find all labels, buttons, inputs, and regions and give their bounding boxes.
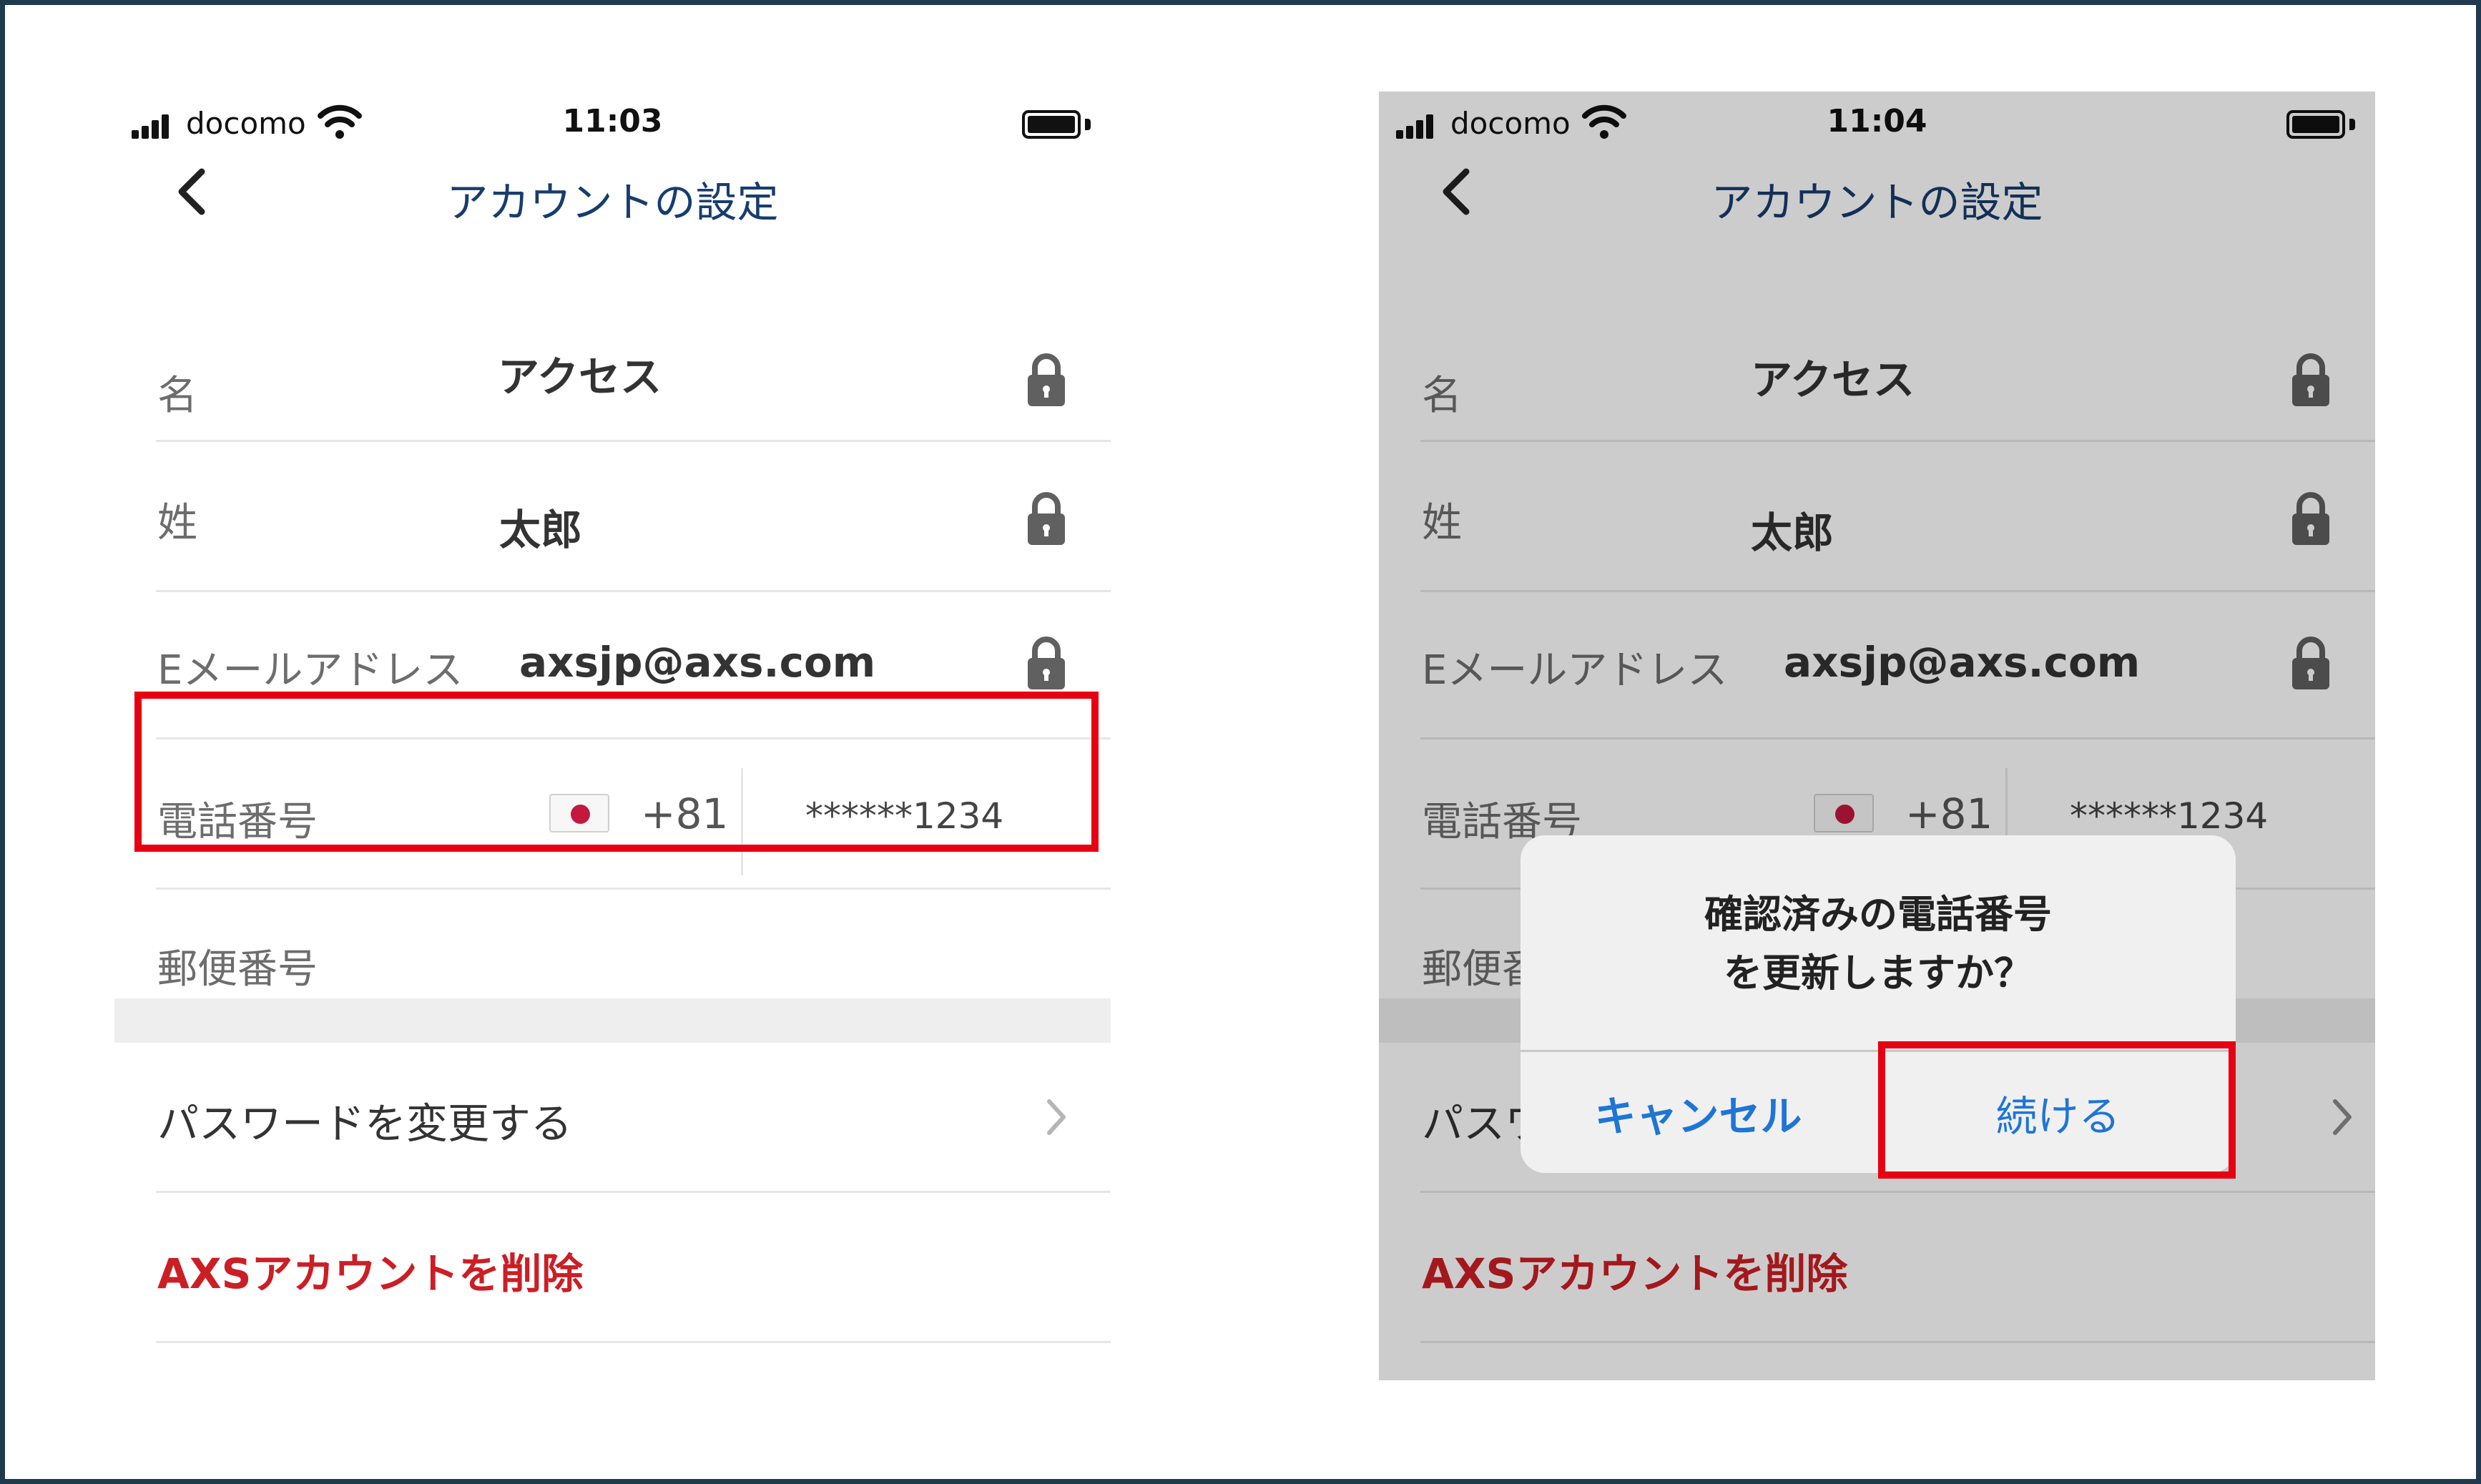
first-name-row: 名 アクセス [156, 292, 1111, 442]
account-settings-screen: docomo 11:03 アカウントの設定 名 アクセス 姓 太郎 Eメールアド… [114, 92, 1111, 1380]
last-name-label: 姓 [157, 500, 197, 546]
lock-icon [1028, 492, 1065, 545]
email-label: Eメールアドレス [157, 647, 463, 694]
continue-highlight-box [1878, 1041, 2236, 1179]
section-separator [114, 998, 1111, 1043]
change-password-row[interactable]: パスワードを変更する [156, 1043, 1111, 1193]
last-name-value: 太郎 [499, 506, 583, 554]
dialog-title-line-1: 確認済みの電話番号 [1704, 892, 2052, 937]
first-name-value: アクセス [498, 353, 662, 401]
dialog-title: 確認済みの電話番号 を更新しますか？ [1520, 885, 2236, 1003]
account-settings-dialog-screen: docomo 11:04 アカウントの設定 名 アクセス 姓 太郎 Eメールアド… [1379, 92, 2375, 1380]
change-password-label: パスワードを変更する [157, 1099, 573, 1148]
status-bar: docomo 11:03 [114, 92, 1111, 149]
page-title: アカウントの設定 [446, 178, 779, 227]
delete-account-link[interactable]: AXSアカウントを削除 [157, 1240, 583, 1300]
battery-icon [1022, 110, 1081, 139]
lock-icon [1028, 637, 1065, 689]
battery-tip [1085, 119, 1091, 130]
first-name-label: 名 [157, 373, 197, 419]
phone-highlight-box [134, 692, 1099, 852]
lock-icon [1028, 353, 1065, 406]
modal-overlay [1379, 92, 2375, 1380]
cancel-button[interactable]: キャンセル [1520, 1052, 1876, 1173]
status-time: 11:03 [562, 103, 663, 139]
last-name-row: 姓 太郎 [156, 442, 1111, 592]
chevron-right-icon [1047, 1099, 1066, 1135]
email-value: axsjp@axs.com [519, 638, 876, 687]
dialog-title-line-2: を更新しますか？ [1724, 950, 2033, 996]
delete-account-row[interactable]: AXSアカウントを削除 [156, 1193, 1111, 1343]
postal-label: 郵便番号 [157, 946, 318, 993]
nav-bar: アカウントの設定 [114, 149, 1111, 292]
